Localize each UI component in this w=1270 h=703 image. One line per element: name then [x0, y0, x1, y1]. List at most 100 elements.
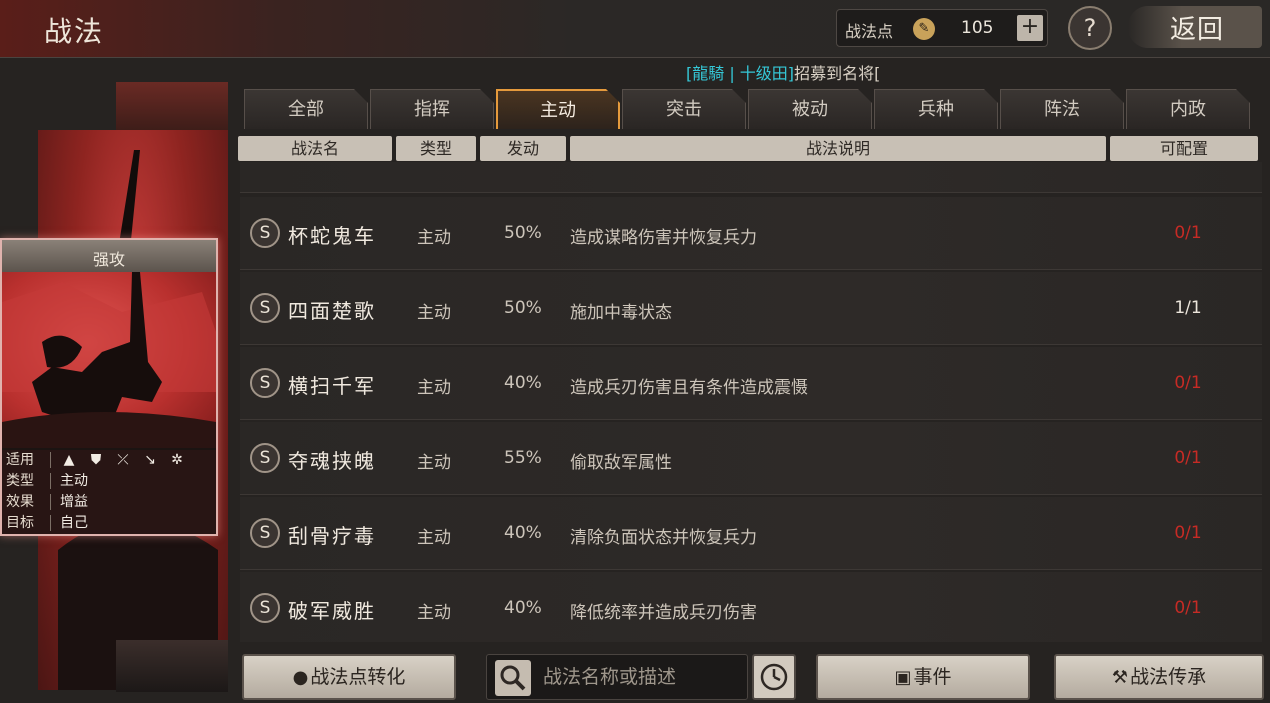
card-row-value: 主动: [60, 473, 88, 489]
grade-badge: S: [250, 593, 280, 623]
shield-icon: ⛊: [90, 452, 102, 468]
list-item[interactable]: S 破军威胜 主动 40% 降低统率并造成兵刃伤害 0/1: [240, 572, 1262, 642]
skill-name: 夺魂挟魄: [288, 449, 376, 473]
skill-list[interactable]: S 杯蛇鬼车 主动 50% 造成谋略伤害并恢复兵力 0/1 S 四面楚歌 主动 …: [240, 162, 1262, 642]
skill-name: 四面楚歌: [288, 299, 376, 323]
list-item[interactable]: S 夺魂挟魄 主动 55% 偷取敌军属性 0/1: [240, 422, 1262, 495]
tab-assault[interactable]: 突击: [622, 89, 746, 129]
skill-point-coin-icon: ✎: [913, 18, 935, 40]
skill-trigger-rate: 40%: [504, 523, 542, 543]
skill-name: 杯蛇鬼车: [288, 224, 376, 248]
page-title: 战法: [44, 15, 105, 48]
top-bar: 战法 战法点 ✎ 105 + ? 返回: [0, 0, 1270, 58]
convert-label: 战法点转化: [310, 666, 406, 688]
list-item[interactable]: S 刮骨疗毒 主动 40% 清除负面状态并恢复兵力 0/1: [240, 497, 1262, 570]
sword-warrior-icon: [2, 272, 216, 450]
skill-config-count: 1/1: [1174, 298, 1202, 318]
skill-config-count: 0/1: [1174, 223, 1202, 243]
ticket-icon: ▣: [894, 667, 912, 688]
skill-description: 造成兵刃伤害且有条件造成震慑: [570, 378, 808, 398]
ticker-player-tag: [龍騎 | 十级田]: [686, 64, 795, 83]
help-button[interactable]: ?: [1068, 6, 1112, 50]
search-bar: [486, 654, 748, 700]
column-header-name[interactable]: 战法名: [238, 136, 392, 161]
spear-icon: ↘: [144, 452, 156, 468]
tab-passive[interactable]: 被动: [748, 89, 872, 129]
skill-trigger-rate: 55%: [504, 448, 542, 468]
card-row-value: 自己: [60, 515, 88, 531]
column-header-type[interactable]: 类型: [396, 136, 476, 161]
history-button[interactable]: [752, 654, 796, 700]
skill-trigger-rate: 50%: [504, 298, 542, 318]
hammer-icon: ⚒: [1111, 667, 1129, 688]
skill-description: 造成谋略伤害并恢复兵力: [570, 228, 757, 248]
skill-type: 主动: [417, 528, 451, 548]
skill-card-title: 强攻: [92, 250, 125, 269]
selected-skill-card[interactable]: 强攻 适用 ▲ ⛊ ⤫ ↘ ✲ 类型 主动 效果 增益 目标 自己: [0, 238, 218, 536]
tab-command[interactable]: 指挥: [370, 89, 494, 129]
skill-trigger-rate: 40%: [504, 373, 542, 393]
bow-icon: ⤫: [117, 452, 129, 468]
cavalry-icon: ▲: [63, 452, 75, 468]
divider: [50, 515, 51, 531]
skill-points-value: 105: [961, 18, 994, 38]
card-row-value: 增益: [60, 494, 88, 510]
ticker-message: 招募到名将[: [794, 64, 881, 83]
inherit-label: 战法传承: [1130, 666, 1207, 688]
divider: [50, 452, 51, 468]
divider: [50, 494, 51, 510]
skill-name: 刮骨疗毒: [288, 524, 376, 548]
events-button[interactable]: ▣ 事件: [816, 654, 1030, 700]
skill-config-count: 0/1: [1174, 523, 1202, 543]
skill-description: 偷取敌军属性: [570, 453, 672, 473]
card-row-key: 目标: [6, 515, 34, 531]
grade-badge: S: [250, 293, 280, 323]
search-icon: [500, 665, 526, 691]
skill-inherit-button[interactable]: ⚒ 战法传承: [1054, 654, 1264, 700]
column-header-configurable[interactable]: 可配置: [1110, 136, 1258, 161]
skill-points-label: 战法点: [845, 22, 894, 41]
skill-description: 清除负面状态并恢复兵力: [570, 528, 757, 548]
list-item-partial[interactable]: [240, 162, 1262, 193]
skill-type: 主动: [417, 228, 451, 248]
announcement-ticker: [龍騎 | 十级田]招募到名将[: [686, 60, 880, 84]
skill-description: 施加中毒状态: [570, 303, 672, 323]
clock-icon: [760, 663, 788, 691]
search-input[interactable]: [543, 661, 739, 693]
list-item[interactable]: S 杯蛇鬼车 主动 50% 造成谋略伤害并恢复兵力 0/1: [240, 197, 1262, 270]
tab-internal-affairs[interactable]: 内政: [1126, 89, 1250, 129]
grade-badge: S: [250, 443, 280, 473]
convert-skill-points-button[interactable]: ● 战法点转化: [242, 654, 456, 700]
add-skill-points-button[interactable]: +: [1017, 15, 1043, 41]
tab-active[interactable]: 主动: [496, 89, 620, 129]
skill-trigger-rate: 40%: [504, 598, 542, 618]
divider: [50, 473, 51, 489]
flame-icon: ●: [292, 667, 309, 688]
decorative-art-top: [116, 82, 228, 134]
search-button[interactable]: [495, 660, 531, 696]
wheel-icon: ✲: [171, 452, 183, 468]
skill-name: 破军威胜: [288, 599, 376, 623]
card-row-key: 适用: [6, 452, 34, 468]
list-item[interactable]: S 横扫千军 主动 40% 造成兵刃伤害且有条件造成震慑 0/1: [240, 347, 1262, 420]
skill-description: 降低统率并造成兵刃伤害: [570, 603, 757, 623]
tab-formation[interactable]: 阵法: [1000, 89, 1124, 129]
list-item[interactable]: S 四面楚歌 主动 50% 施加中毒状态 1/1: [240, 272, 1262, 345]
skill-name: 横扫千军: [288, 374, 376, 398]
skill-type: 主动: [417, 378, 451, 398]
skill-card-art: [2, 272, 216, 450]
skill-card-info: 适用 ▲ ⛊ ⤫ ↘ ✲ 类型 主动 效果 增益 目标 自己: [2, 448, 216, 534]
tab-all[interactable]: 全部: [244, 89, 368, 129]
grade-badge: S: [250, 218, 280, 248]
tab-troop-type[interactable]: 兵种: [874, 89, 998, 129]
card-row-key: 效果: [6, 494, 34, 510]
card-row-key: 类型: [6, 473, 34, 489]
column-header-trigger[interactable]: 发动: [480, 136, 566, 161]
column-header-description: 战法说明: [570, 136, 1106, 161]
back-label: 返回: [1170, 15, 1225, 45]
skill-points-panel: 战法点 ✎ 105 +: [836, 9, 1048, 47]
back-button[interactable]: 返回: [1128, 6, 1262, 48]
applicable-units: ▲ ⛊ ⤫ ↘ ✲: [60, 450, 195, 470]
skill-config-count: 0/1: [1174, 448, 1202, 468]
skill-trigger-rate: 50%: [504, 223, 542, 243]
